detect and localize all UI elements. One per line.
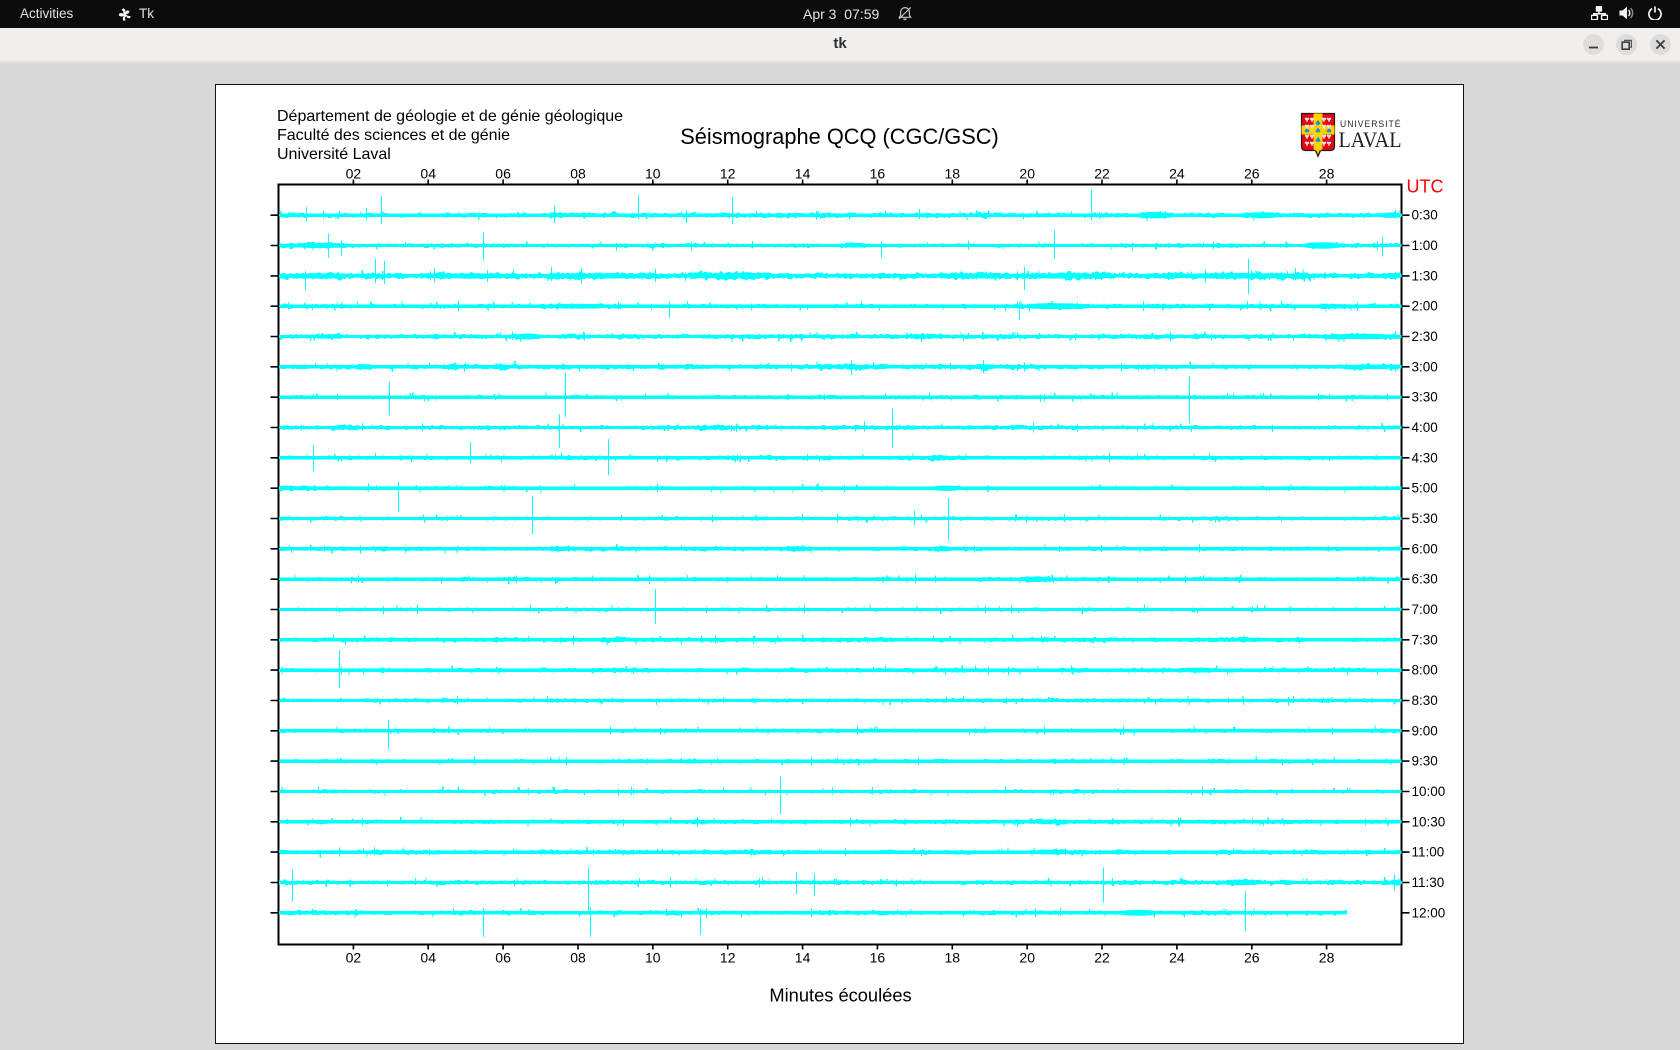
svg-text:9:00: 9:00	[1412, 723, 1438, 738]
svg-text:14: 14	[795, 950, 811, 966]
svg-text:28: 28	[1319, 165, 1335, 181]
svg-text:7:30: 7:30	[1412, 632, 1438, 647]
svg-text:9:30: 9:30	[1412, 754, 1438, 769]
svg-text:0:30: 0:30	[1412, 208, 1438, 223]
svg-text:LAVAL: LAVAL	[1339, 127, 1402, 152]
svg-text:12:00: 12:00	[1412, 905, 1446, 920]
svg-text:10: 10	[645, 950, 661, 966]
svg-text:06: 06	[495, 165, 511, 181]
svg-text:3:00: 3:00	[1412, 359, 1438, 374]
svg-text:26: 26	[1244, 165, 1260, 181]
svg-text:26: 26	[1244, 950, 1260, 966]
svg-text:06: 06	[495, 950, 511, 966]
svg-text:7:00: 7:00	[1412, 602, 1438, 617]
svg-text:6:00: 6:00	[1412, 541, 1438, 556]
svg-text:08: 08	[570, 165, 586, 181]
svg-text:UTC: UTC	[1407, 177, 1444, 197]
svg-text:04: 04	[420, 950, 436, 966]
svg-text:Minutes écoulées: Minutes écoulées	[769, 985, 911, 1006]
svg-text:22: 22	[1094, 165, 1110, 181]
svg-text:4:30: 4:30	[1412, 450, 1438, 465]
svg-text:6:30: 6:30	[1412, 572, 1438, 587]
svg-text:08: 08	[570, 950, 586, 966]
svg-text:5:30: 5:30	[1412, 511, 1438, 526]
svg-text:12: 12	[720, 950, 736, 966]
svg-text:4:00: 4:00	[1412, 420, 1438, 435]
svg-text:10: 10	[645, 165, 661, 181]
svg-text:11:30: 11:30	[1412, 875, 1445, 890]
svg-text:24: 24	[1169, 950, 1185, 966]
svg-text:8:00: 8:00	[1412, 663, 1438, 678]
svg-text:16: 16	[870, 950, 886, 966]
svg-text:02: 02	[346, 165, 362, 181]
svg-text:10:00: 10:00	[1412, 784, 1446, 799]
svg-text:22: 22	[1094, 950, 1110, 966]
svg-text:11:00: 11:00	[1412, 845, 1445, 860]
svg-text:02: 02	[346, 950, 362, 966]
svg-text:8:30: 8:30	[1412, 693, 1438, 708]
svg-text:3:30: 3:30	[1412, 390, 1438, 405]
svg-text:04: 04	[420, 165, 436, 181]
svg-text:18: 18	[945, 950, 961, 966]
svg-text:16: 16	[870, 165, 886, 181]
svg-text:20: 20	[1019, 950, 1035, 966]
svg-text:2:00: 2:00	[1412, 299, 1438, 314]
svg-text:10:30: 10:30	[1412, 814, 1446, 829]
svg-text:24: 24	[1169, 165, 1185, 181]
svg-text:12: 12	[720, 165, 736, 181]
svg-text:18: 18	[945, 165, 961, 181]
svg-text:20: 20	[1019, 165, 1035, 181]
svg-text:5:00: 5:00	[1412, 481, 1438, 496]
svg-text:14: 14	[795, 165, 811, 181]
svg-text:1:30: 1:30	[1412, 268, 1438, 283]
svg-text:28: 28	[1319, 950, 1335, 966]
svg-text:2:30: 2:30	[1412, 329, 1438, 344]
svg-text:1:00: 1:00	[1412, 238, 1438, 253]
